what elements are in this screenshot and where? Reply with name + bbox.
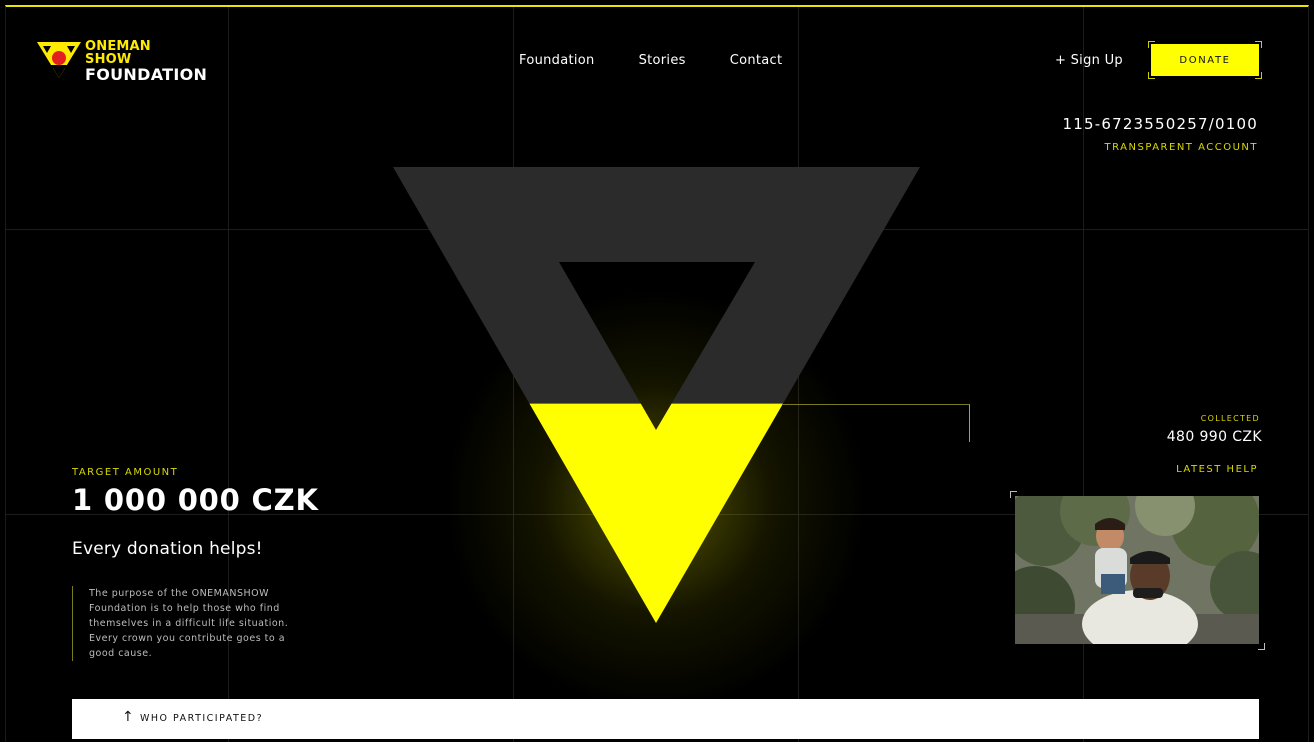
collected-callout-line	[782, 404, 970, 442]
target-amount-value: 1 000 000 CZK	[72, 483, 319, 517]
latest-help-photo[interactable]	[1015, 496, 1259, 644]
father-child-photo-icon	[1015, 496, 1259, 644]
tagline: Every donation helps!	[72, 539, 263, 559]
who-participated-label: WHO PARTICIPATED?	[140, 713, 264, 724]
frame-corner	[1258, 643, 1265, 650]
latest-help-label: LATEST HELP	[1176, 464, 1258, 475]
foundation-description: The purpose of the ONEMANSHOW Foundation…	[72, 586, 310, 661]
target-amount-label: TARGET AMOUNT	[72, 467, 179, 478]
who-participated-bar[interactable]: ↑ WHO PARTICIPATED?	[72, 699, 1259, 739]
collected-label: COLLECTED	[1200, 414, 1260, 423]
collected-value: 480 990 CZK	[1166, 429, 1262, 445]
arrow-up-icon: ↑	[122, 709, 134, 725]
